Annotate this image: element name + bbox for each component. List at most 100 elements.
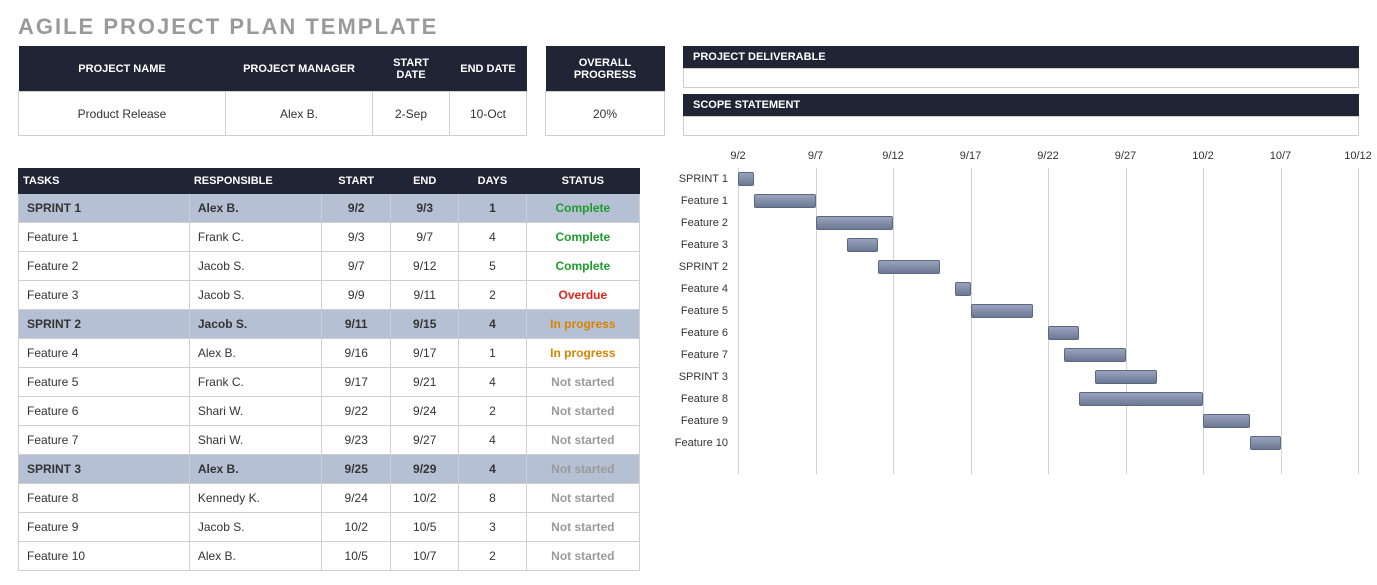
table-row[interactable]: Feature 2Jacob S.9/79/125Complete	[19, 252, 640, 281]
tasks-table: TASKS RESPONSIBLE START END DAYS STATUS …	[18, 168, 640, 571]
gantt-tick-label: 10/7	[1270, 150, 1291, 162]
cell-status: Not started	[526, 542, 639, 571]
cell-end: 9/3	[391, 194, 459, 223]
cell-resp: Frank C.	[189, 223, 321, 252]
gantt-tick-label: 9/17	[960, 150, 981, 162]
gantt-gridline	[1048, 168, 1049, 474]
gantt-bar[interactable]	[816, 216, 894, 230]
cell-resp: Alex B.	[189, 194, 321, 223]
table-row[interactable]: SPRINT 3Alex B.9/259/294Not started	[19, 455, 640, 484]
gantt-tick-label: 9/22	[1037, 150, 1058, 162]
gantt-bar[interactable]	[847, 238, 878, 252]
right-column: PROJECT DELIVERABLE SCOPE STATEMENT	[683, 46, 1359, 136]
val-project-manager[interactable]: Alex B.	[226, 92, 373, 136]
cell-days: 4	[459, 310, 526, 339]
cell-days: 2	[459, 542, 526, 571]
cell-status: Complete	[526, 194, 639, 223]
cell-start: 9/7	[322, 252, 391, 281]
cell-days: 2	[459, 397, 526, 426]
gantt-tick-label: 10/12	[1344, 150, 1372, 162]
gantt-row-label: Feature 1	[658, 190, 738, 212]
table-row[interactable]: Feature 4Alex B.9/169/171In progress	[19, 339, 640, 368]
gantt-row-label: Feature 7	[658, 344, 738, 366]
table-row[interactable]: SPRINT 2Jacob S.9/119/154In progress	[19, 310, 640, 339]
cell-status: Not started	[526, 426, 639, 455]
val-end-date[interactable]: 10-Oct	[450, 92, 527, 136]
table-row[interactable]: Feature 10Alex B.10/510/72Not started	[19, 542, 640, 571]
cell-status: Overdue	[526, 281, 639, 310]
cell-task: Feature 1	[19, 223, 190, 252]
gantt-gridline	[1281, 168, 1282, 474]
gantt-bar[interactable]	[738, 172, 754, 186]
cell-task: SPRINT 1	[19, 194, 190, 223]
cell-task: Feature 10	[19, 542, 190, 571]
table-row[interactable]: SPRINT 1Alex B.9/29/31Complete	[19, 194, 640, 223]
table-row[interactable]: Feature 1Frank C.9/39/74Complete	[19, 223, 640, 252]
gantt-row-label: SPRINT 2	[658, 256, 738, 278]
gantt-tick-label: 10/2	[1192, 150, 1213, 162]
gantt-bar[interactable]	[955, 282, 971, 296]
th-status: STATUS	[526, 169, 639, 194]
hdr-overall-progress: OVERALL PROGRESS	[546, 46, 665, 92]
cell-task: SPRINT 2	[19, 310, 190, 339]
cell-status: Not started	[526, 455, 639, 484]
cell-days: 8	[459, 484, 526, 513]
cell-status: Complete	[526, 223, 639, 252]
table-row[interactable]: Feature 5Frank C.9/179/214Not started	[19, 368, 640, 397]
gantt-bar[interactable]	[1064, 348, 1126, 362]
gantt-bar[interactable]	[1095, 370, 1157, 384]
gantt-row-label: Feature 8	[658, 388, 738, 410]
cell-days: 1	[459, 194, 526, 223]
gantt-row-label: SPRINT 1	[658, 168, 738, 190]
cell-end: 9/11	[391, 281, 459, 310]
th-start: START	[322, 169, 391, 194]
gantt-row-label: Feature 9	[658, 410, 738, 432]
gantt-tick-label: 9/12	[882, 150, 903, 162]
cell-task: Feature 4	[19, 339, 190, 368]
cell-task: Feature 8	[19, 484, 190, 513]
val-start-date[interactable]: 2-Sep	[373, 92, 450, 136]
val-project-name[interactable]: Product Release	[19, 92, 226, 136]
cell-status: In progress	[526, 310, 639, 339]
gantt-gridline	[1358, 168, 1359, 474]
gantt-gridline	[816, 168, 817, 474]
gantt-row-label: Feature 10	[658, 432, 738, 454]
cell-start: 9/23	[322, 426, 391, 455]
gantt-bar[interactable]	[1250, 436, 1281, 450]
cell-end: 10/5	[391, 513, 459, 542]
cell-start: 9/16	[322, 339, 391, 368]
gantt-gridline	[893, 168, 894, 474]
gantt-row-label: Feature 4	[658, 278, 738, 300]
gantt-bar[interactable]	[1048, 326, 1079, 340]
cell-task: Feature 9	[19, 513, 190, 542]
table-row[interactable]: Feature 8Kennedy K.9/2410/28Not started	[19, 484, 640, 513]
gantt-bar[interactable]	[754, 194, 816, 208]
hdr-end-date: END DATE	[450, 46, 527, 92]
table-row[interactable]: Feature 9Jacob S.10/210/53Not started	[19, 513, 640, 542]
gantt-bar[interactable]	[971, 304, 1033, 318]
gantt-bar[interactable]	[878, 260, 940, 274]
gantt-row-label: Feature 2	[658, 212, 738, 234]
val-deliverable[interactable]	[683, 68, 1359, 88]
gantt-row-label: Feature 6	[658, 322, 738, 344]
gantt-row-label: SPRINT 3	[658, 366, 738, 388]
gantt-gridline	[1126, 168, 1127, 474]
table-row[interactable]: Feature 3Jacob S.9/99/112Overdue	[19, 281, 640, 310]
cell-end: 10/7	[391, 542, 459, 571]
gantt-row-label: Feature 3	[658, 234, 738, 256]
gantt-chart: 9/29/79/129/179/229/2710/210/710/12SPRIN…	[658, 168, 1359, 571]
cell-task: Feature 7	[19, 426, 190, 455]
cell-end: 9/17	[391, 339, 459, 368]
cell-days: 3	[459, 513, 526, 542]
gantt-bar[interactable]	[1079, 392, 1203, 406]
hdr-deliverable: PROJECT DELIVERABLE	[683, 46, 1359, 68]
cell-resp: Jacob S.	[189, 310, 321, 339]
gantt-bar[interactable]	[1203, 414, 1250, 428]
table-row[interactable]: Feature 6Shari W.9/229/242Not started	[19, 397, 640, 426]
val-overall-progress: 20%	[546, 92, 665, 136]
table-row[interactable]: Feature 7Shari W.9/239/274Not started	[19, 426, 640, 455]
gantt-gridline	[971, 168, 972, 474]
cell-days: 4	[459, 368, 526, 397]
val-scope[interactable]	[683, 116, 1359, 136]
cell-days: 5	[459, 252, 526, 281]
